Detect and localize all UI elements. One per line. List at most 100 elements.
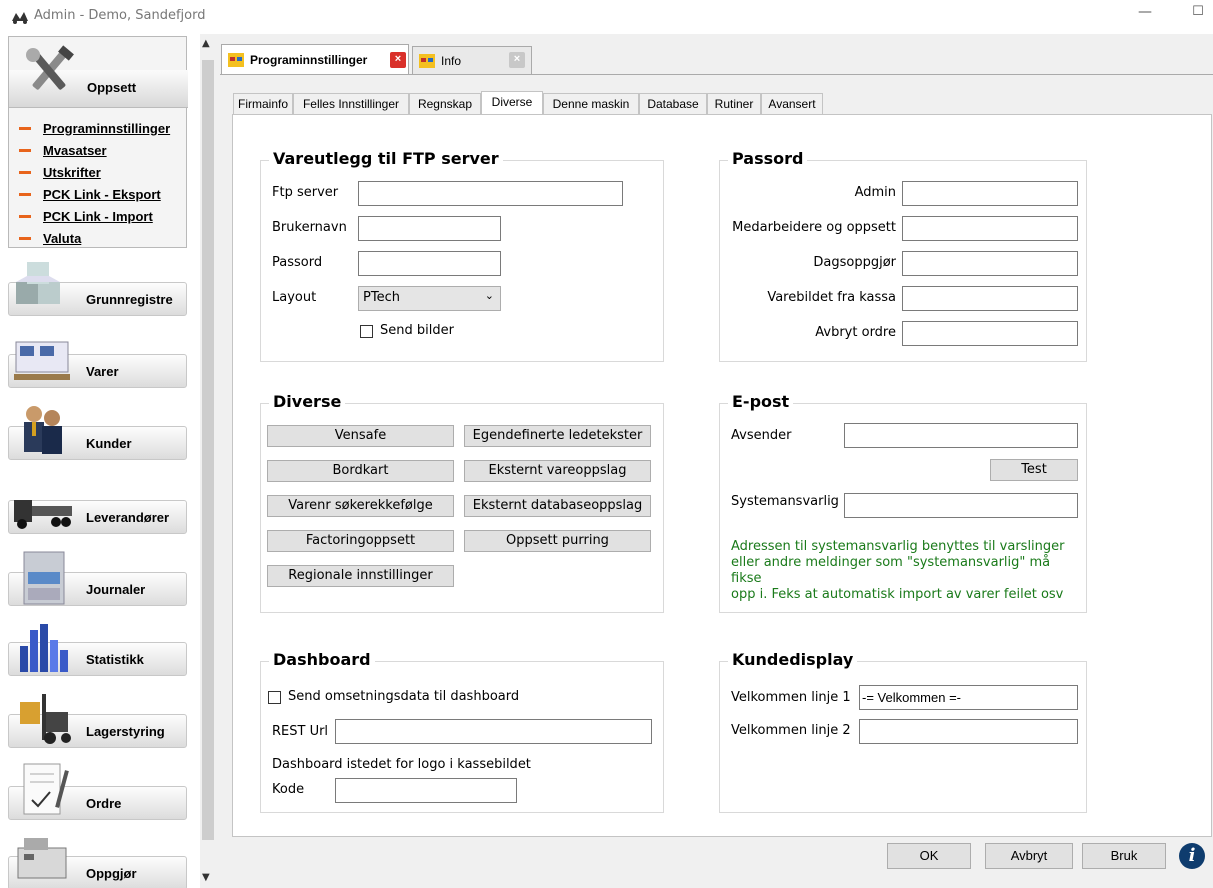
- group-kunder[interactable]: Kunder: [6, 400, 187, 464]
- layout-label: Layout: [272, 290, 317, 305]
- factoringoppsett-button[interactable]: Factoringoppsett: [267, 530, 454, 552]
- send-omsetning-label: Send omsetningsdata til dashboard: [288, 689, 520, 704]
- note-line: opp i. Feks at automatisk import av vare…: [731, 587, 1064, 602]
- eksternt-databaseoppslag-button[interactable]: Eksternt databaseoppslag: [464, 495, 651, 517]
- menu-item-label: PCK Link - Eksport: [43, 186, 161, 202]
- group-journaler[interactable]: Journaler: [6, 546, 187, 610]
- close-icon[interactable]: ×: [390, 52, 406, 68]
- group-statistikk[interactable]: Statistikk: [6, 616, 187, 680]
- bordkart-button[interactable]: Bordkart: [267, 460, 454, 482]
- ftp-group: Vareutlegg til FTP server Ftp server Bru…: [260, 149, 664, 362]
- egendefinerte-button[interactable]: Egendefinerte ledetekster: [464, 425, 651, 447]
- tab-info[interactable]: Info ×: [412, 46, 532, 74]
- ftp-server-input[interactable]: [358, 181, 623, 206]
- systemansvarlig-note: Adressen til systemansvarlig benyttes ti…: [731, 539, 1081, 603]
- tab-label: Info: [441, 53, 462, 68]
- layout-value: PTech: [363, 290, 400, 305]
- group-oppgjor[interactable]: Oppgjør: [6, 830, 187, 888]
- group-leverandorer[interactable]: Leverandører: [6, 474, 187, 538]
- bruk-button[interactable]: Bruk: [1082, 843, 1166, 869]
- varenr-sokerekkefolge-button[interactable]: Varenr søkerekkefølge: [267, 495, 454, 517]
- varebildet-label: Varebildet fra kassa: [767, 290, 896, 305]
- pallet-icon: [14, 341, 70, 380]
- group-lagerstyring[interactable]: Lagerstyring: [6, 688, 187, 752]
- close-icon[interactable]: ×: [509, 52, 525, 68]
- group-label: Lagerstyring: [86, 724, 165, 739]
- tab-regnskap[interactable]: Regnskap: [409, 93, 481, 115]
- menu-item-programinnstillinger[interactable]: Programinnstillinger: [9, 117, 188, 139]
- document-icon: [23, 763, 69, 815]
- ok-button[interactable]: OK: [887, 843, 971, 869]
- tab-avansert[interactable]: Avansert: [761, 93, 823, 115]
- info-icon[interactable]: i: [1179, 843, 1205, 869]
- bullet-icon: [19, 170, 31, 174]
- send-omsetning-checkbox[interactable]: [268, 691, 281, 704]
- tab-rutiner[interactable]: Rutiner: [707, 93, 761, 115]
- menu-item-pck-eksport[interactable]: PCK Link - Eksport: [9, 183, 188, 205]
- window-icon: [228, 52, 244, 67]
- varebildet-password-input[interactable]: [902, 286, 1078, 311]
- velkommen-1-input[interactable]: [859, 685, 1078, 710]
- bullet-icon: [19, 126, 31, 130]
- menu-item-pck-import[interactable]: PCK Link - Import: [9, 205, 188, 227]
- maximize-button[interactable]: ☐: [1188, 4, 1208, 24]
- ftp-group-title: Vareutlegg til FTP server: [269, 149, 503, 168]
- medarbeidere-password-input[interactable]: [902, 216, 1078, 241]
- menu-item-mvasatser[interactable]: Mvasatser: [9, 139, 188, 161]
- test-button[interactable]: Test: [990, 459, 1078, 481]
- systemansvarlig-label: Systemansvarlig: [731, 494, 839, 509]
- vensafe-button[interactable]: Vensafe: [267, 425, 454, 447]
- kode-input[interactable]: [335, 778, 517, 803]
- cash-register-icon: [17, 838, 67, 879]
- send-bilder-label: Send bilder: [380, 323, 454, 338]
- velkommen-2-input[interactable]: [859, 719, 1078, 744]
- group-label: Kunder: [86, 436, 132, 451]
- tab-label: Programinnstillinger: [250, 52, 368, 67]
- group-ordre[interactable]: Ordre: [6, 760, 187, 824]
- group-grunnregistre[interactable]: Grunnregistre: [6, 256, 187, 320]
- tab-felles-innstillinger[interactable]: Felles Innstillinger: [293, 93, 409, 115]
- rest-url-input[interactable]: [335, 719, 652, 744]
- send-bilder-checkbox[interactable]: [360, 325, 373, 338]
- tab-denne-maskin[interactable]: Denne maskin: [543, 93, 639, 115]
- passord-group: Passord Admin Medarbeidere og oppsett Da…: [719, 149, 1087, 362]
- avbryt-ordre-password-input[interactable]: [902, 321, 1078, 346]
- dagsoppgjor-password-input[interactable]: [902, 251, 1078, 276]
- avbryt-ordre-label: Avbryt ordre: [815, 325, 896, 340]
- menu-item-utskrifter[interactable]: Utskrifter: [9, 161, 188, 183]
- systemansvarlig-input[interactable]: [844, 493, 1078, 518]
- tab-firmainfo[interactable]: Firmainfo: [233, 93, 293, 115]
- ftp-user-input[interactable]: [358, 216, 501, 241]
- sidebar-scrollbar[interactable]: ▲ ▼: [200, 34, 216, 888]
- menu-item-valuta[interactable]: Valuta: [9, 227, 188, 249]
- scroll-up-icon[interactable]: ▲: [202, 38, 210, 49]
- tab-diverse[interactable]: Diverse: [481, 91, 543, 115]
- settings-panel: Vareutlegg til FTP server Ftp server Bru…: [232, 114, 1212, 837]
- minimize-button[interactable]: —: [1135, 4, 1155, 24]
- bar-chart-icon: [20, 624, 68, 672]
- people-icon: [24, 406, 62, 454]
- diverse-group: Diverse Vensafe Egendefinerte ledetekste…: [260, 392, 664, 613]
- group-label: Ordre: [86, 796, 122, 811]
- scroll-thumb[interactable]: [202, 60, 214, 840]
- group-label: Grunnregistre: [86, 292, 173, 307]
- avsender-input[interactable]: [844, 423, 1078, 448]
- medarbeidere-label: Medarbeidere og oppsett: [732, 220, 896, 235]
- layout-select[interactable]: PTech ⌄: [358, 286, 501, 311]
- eksternt-vareoppslag-button[interactable]: Eksternt vareoppslag: [464, 460, 651, 482]
- title-bar: Admin - Demo, Sandefjord — ☐: [0, 0, 1213, 34]
- ftp-pass-input[interactable]: [358, 251, 501, 276]
- dashboard-logo-label: Dashboard istedet for logo i kassebildet: [272, 757, 531, 772]
- menu-item-label: PCK Link - Import: [43, 208, 153, 224]
- scroll-down-icon[interactable]: ▼: [202, 872, 210, 883]
- tab-database[interactable]: Database: [639, 93, 707, 115]
- epost-group: E-post Avsender Test Systemansvarlig Adr…: [719, 392, 1087, 613]
- regionale-innstillinger-button[interactable]: Regionale innstillinger: [267, 565, 454, 587]
- dashboard-group: Dashboard Send omsetningsdata til dashbo…: [260, 650, 664, 813]
- velkommen-2-label: Velkommen linje 2: [731, 723, 851, 738]
- admin-password-input[interactable]: [902, 181, 1078, 206]
- tab-programinnstillinger[interactable]: Programinnstillinger ×: [221, 44, 409, 74]
- group-varer[interactable]: Varer: [6, 328, 187, 392]
- oppsett-purring-button[interactable]: Oppsett purring: [464, 530, 651, 552]
- avbryt-button[interactable]: Avbryt: [985, 843, 1073, 869]
